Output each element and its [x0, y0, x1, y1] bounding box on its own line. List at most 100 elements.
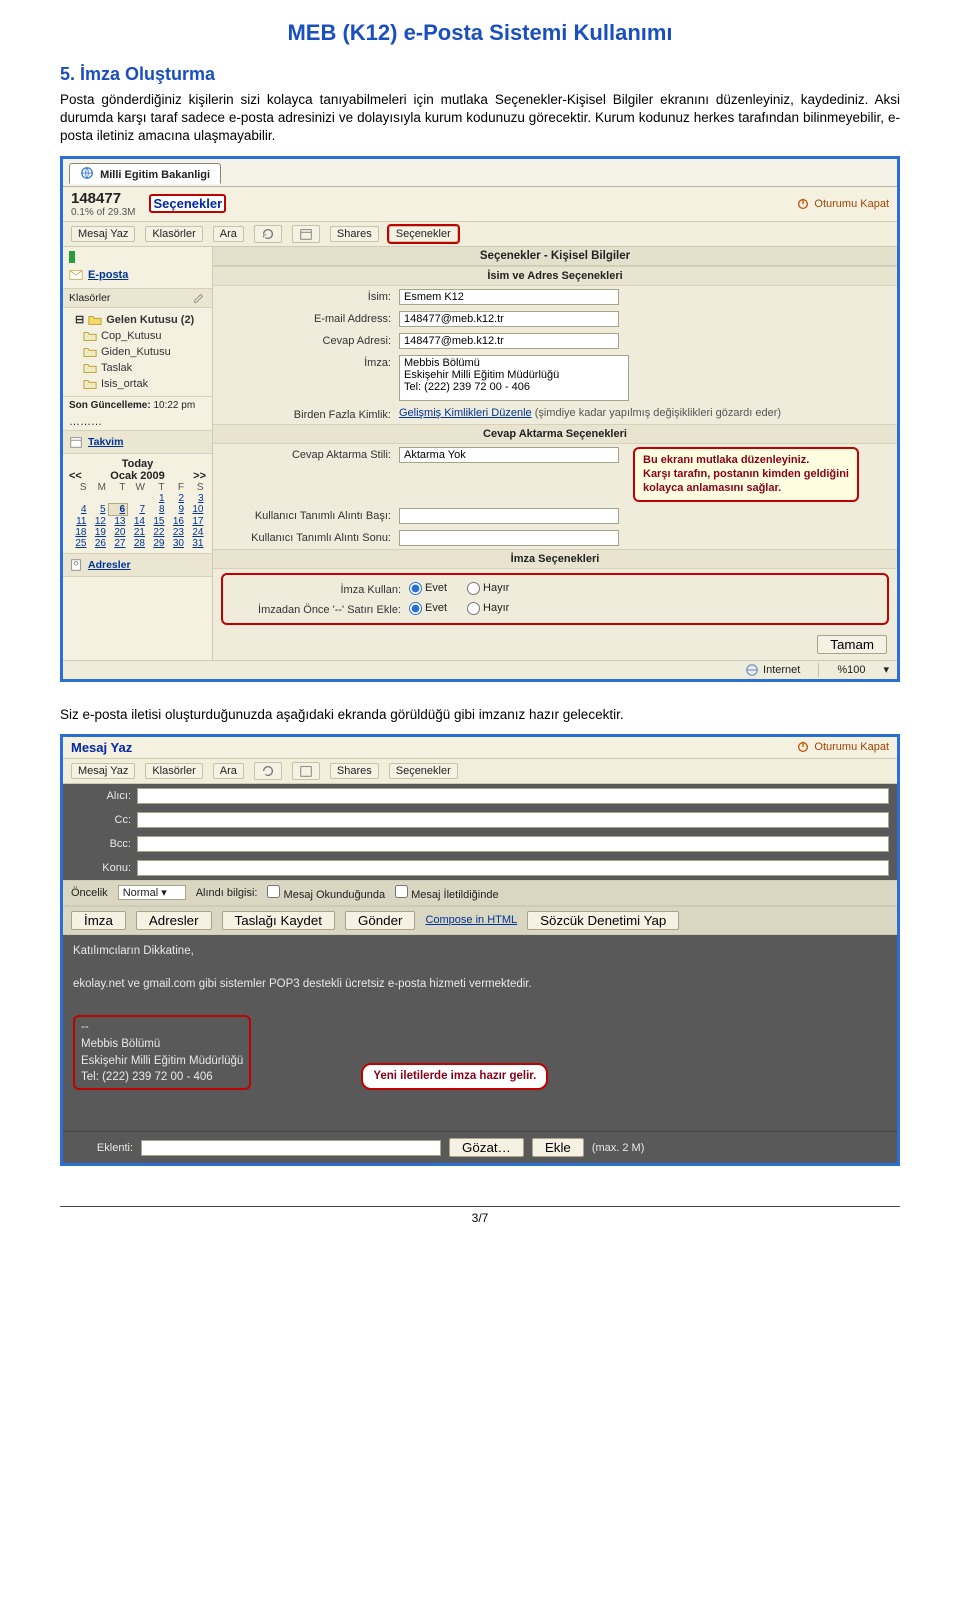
input-quote-end[interactable] — [399, 530, 619, 546]
link-edit-identities[interactable]: Gelişmiş Kimlikleri Düzenle — [399, 407, 532, 419]
toolbar-shares[interactable]: Shares — [330, 226, 379, 242]
btn-taslak-kaydet[interactable]: Taslağı Kaydet — [222, 911, 335, 930]
signature-options-highlight: İmza Kullan: Evet Hayır İmzadan Önce '--… — [221, 573, 889, 625]
toolbar2-icon-1[interactable] — [254, 762, 282, 780]
folder-shared[interactable]: Isis_ortak — [69, 376, 206, 392]
toolbar2-klasorler[interactable]: Klasörler — [145, 763, 202, 779]
compose-body[interactable]: Katılımcıların Dikkatine, ekolay.net ve … — [63, 935, 897, 1132]
browser-tab-label: Milli Egitim Bakanligi — [100, 169, 210, 181]
section-reply: Cevap Aktarma Seçenekleri — [213, 424, 897, 444]
radio-use-sig-no[interactable]: Hayır — [467, 582, 509, 595]
toolbar-mesaj-yaz[interactable]: Mesaj Yaz — [71, 226, 135, 242]
body-line-2: ekolay.net ve gmail.com gibi sistemler P… — [73, 976, 887, 993]
input-isim[interactable] — [399, 289, 619, 305]
toolbar2-mesaj-yaz[interactable]: Mesaj Yaz — [71, 763, 135, 779]
mail-icon — [69, 268, 83, 282]
lbl-isim: İsim: — [221, 289, 391, 303]
calendar-icon — [299, 227, 313, 241]
toolbar2-icon-2[interactable] — [292, 762, 320, 780]
toolbar-secenekler[interactable]: Seçenekler — [389, 226, 458, 242]
input-bcc[interactable] — [137, 836, 889, 852]
toolbar2-shares[interactable]: Shares — [330, 763, 379, 779]
btn-gonder[interactable]: Gönder — [345, 911, 415, 930]
sidebar-adresler[interactable]: Adresler — [69, 556, 131, 574]
radio-use-sig-yes[interactable]: Evet — [409, 582, 447, 595]
internet-icon — [745, 663, 759, 677]
contacts-icon — [69, 558, 83, 572]
screenshot-1: Milli Egitim Bakanligi 148477 0.1% of 29… — [60, 156, 900, 682]
main-header: Seçenekler - Kişisel Bilgiler — [213, 247, 897, 266]
folder-icon — [88, 313, 102, 327]
input-quote-start[interactable] — [399, 508, 619, 524]
cal-next[interactable]: >> — [193, 470, 206, 482]
page-title: MEB (K12) e-Posta Sistemi Kullanımı — [60, 20, 900, 46]
folder-icon — [83, 377, 97, 391]
input-email[interactable] — [399, 311, 619, 327]
folder-inbox[interactable]: ⊟Gelen Kutusu (2) — [69, 312, 206, 328]
logout-link-2[interactable]: Oturumu Kapat — [796, 740, 889, 754]
refresh-icon — [261, 227, 275, 241]
calendar-icon — [299, 764, 313, 778]
lbl-oncelik: Öncelik — [71, 887, 108, 899]
max-note: (max. 2 M) — [592, 1142, 645, 1154]
chk-iletildi[interactable]: Mesaj İletildiğinde — [395, 885, 499, 901]
input-cc[interactable] — [137, 812, 889, 828]
input-cevap-adresi[interactable] — [399, 333, 619, 349]
cal-prev[interactable]: << — [69, 470, 82, 482]
btn-gozat[interactable]: Gözat… — [449, 1138, 524, 1157]
zoom-level[interactable]: %100 — [837, 664, 865, 676]
toolbar2-secenekler[interactable]: Seçenekler — [389, 763, 458, 779]
section-signature: İmza Seçenekleri — [213, 549, 897, 569]
toolbar-icon-1[interactable] — [254, 225, 282, 243]
globe-icon — [80, 166, 94, 180]
lbl-alindi: Alındı bilgisi: — [196, 887, 258, 899]
hint-multi: (şimdiye kadar yapılmış değişiklikleri g… — [535, 407, 781, 419]
sidebar-eposta[interactable]: E-posta — [69, 266, 206, 284]
select-oncelik[interactable]: Normal ▾ — [118, 885, 186, 900]
select-reply-style[interactable] — [399, 447, 619, 463]
lbl-email: E-mail Address: — [221, 311, 391, 325]
sidebar-takvim[interactable]: Takvim — [69, 433, 123, 451]
toolbar2-ara[interactable]: Ara — [213, 763, 244, 779]
statusbar: Internet %100 ▾ — [63, 660, 897, 679]
page-number: 3/7 — [60, 1206, 900, 1225]
mid-paragraph: Siz e-posta iletisi oluşturduğunuzda aşa… — [60, 706, 900, 724]
btn-ekle[interactable]: Ekle — [532, 1138, 584, 1157]
zoom-dropdown[interactable]: ▾ — [883, 663, 889, 676]
toolbar-ara[interactable]: Ara — [213, 226, 244, 242]
radio-dashes-yes[interactable]: Evet — [409, 602, 447, 615]
folder-draft[interactable]: Taslak — [69, 360, 206, 376]
tab-secenekler[interactable]: Seçenekler — [149, 194, 226, 213]
input-alici[interactable] — [137, 788, 889, 804]
compose-title: Mesaj Yaz — [71, 740, 132, 755]
btn-imza[interactable]: İmza — [71, 911, 126, 930]
lbl-konu: Konu: — [71, 862, 131, 874]
lbl-reply-style: Cevap Aktarma Stili: — [221, 447, 391, 461]
logout-link[interactable]: Oturumu Kapat — [796, 197, 889, 211]
cal-month: Ocak 2009 — [110, 470, 164, 482]
link-compose-html[interactable]: Compose in HTML — [425, 914, 517, 926]
power-icon — [796, 197, 810, 211]
input-attachment-path[interactable] — [141, 1140, 441, 1156]
folder-trash[interactable]: Cop_Kutusu — [69, 328, 206, 344]
btn-spellcheck[interactable]: Sözcük Denetimi Yap — [527, 911, 679, 930]
radio-dashes-no[interactable]: Hayır — [467, 602, 509, 615]
edit-icon[interactable] — [192, 291, 206, 305]
textarea-imza[interactable] — [399, 355, 629, 401]
lbl-cevap-adresi: Cevap Adresi: — [221, 333, 391, 347]
toolbar-icon-2[interactable] — [292, 225, 320, 243]
btn-adresler[interactable]: Adresler — [136, 911, 212, 930]
lbl-eklenti: Eklenti: — [73, 1142, 133, 1154]
toolbar-klasorler[interactable]: Klasörler — [145, 226, 202, 242]
callout-edit-screen: Bu ekranı mutlaka düzenleyiniz. Karşı ta… — [633, 447, 859, 502]
folder-sent[interactable]: Giden_Kutusu — [69, 344, 206, 360]
chk-okundu[interactable]: Mesaj Okunduğunda — [267, 885, 385, 901]
input-konu[interactable] — [137, 860, 889, 876]
sidebar: E-posta Klasörler ⊟Gelen Kutusu (2) Cop_… — [63, 247, 213, 660]
ok-button[interactable]: Tamam — [817, 635, 887, 654]
lbl-bcc: Bcc: — [71, 838, 131, 850]
lbl-dashes: İmzadan Önce '--' Satırı Ekle: — [231, 602, 401, 616]
lbl-multi-id: Birden Fazla Kimlik: — [221, 407, 391, 421]
browser-tab[interactable]: Milli Egitim Bakanligi — [69, 163, 221, 184]
user-code: 148477 — [71, 190, 135, 207]
